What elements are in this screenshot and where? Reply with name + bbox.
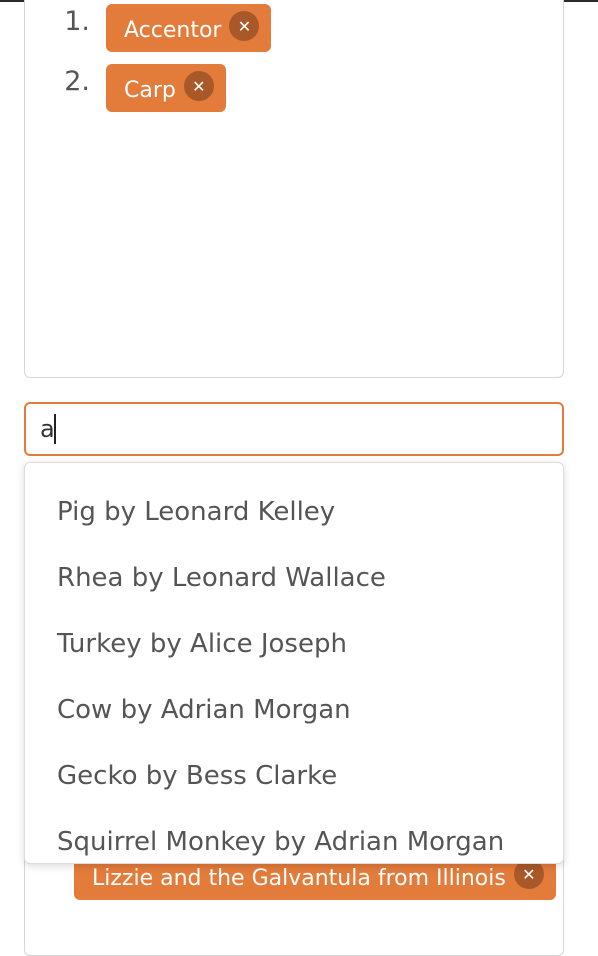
dropdown-option[interactable]: Squirrel Monkey by Adrian Morgan xyxy=(57,827,504,857)
search-input[interactable] xyxy=(24,402,564,456)
autocomplete-dropdown: Pig by Leonard Kelley Rhea by Leonard Wa… xyxy=(24,462,564,864)
selected-tag-accentor: Accentor ✕ xyxy=(106,4,272,52)
tag-label: Accentor xyxy=(124,17,222,43)
selected-items-list xyxy=(24,0,564,378)
tag-label: Lizzie and the Galvantula from Illinois xyxy=(92,865,506,891)
list-item-number: 1. xyxy=(64,6,90,37)
selected-tag-carp: Carp ✕ xyxy=(106,64,226,112)
dropdown-option[interactable]: Gecko by Bess Clarke xyxy=(57,761,337,791)
dropdown-option[interactable]: Cow by Adrian Morgan xyxy=(57,695,351,725)
dropdown-option[interactable]: Rhea by Leonard Wallace xyxy=(57,563,386,593)
text-caret xyxy=(54,414,56,444)
list-item-number: 2. xyxy=(64,66,90,97)
tag-label: Carp xyxy=(124,77,176,103)
dropdown-option[interactable]: Pig by Leonard Kelley xyxy=(57,497,335,527)
close-icon[interactable]: ✕ xyxy=(183,71,214,101)
close-icon[interactable]: ✕ xyxy=(229,11,260,41)
dropdown-option[interactable]: Turkey by Alice Joseph xyxy=(57,629,347,659)
